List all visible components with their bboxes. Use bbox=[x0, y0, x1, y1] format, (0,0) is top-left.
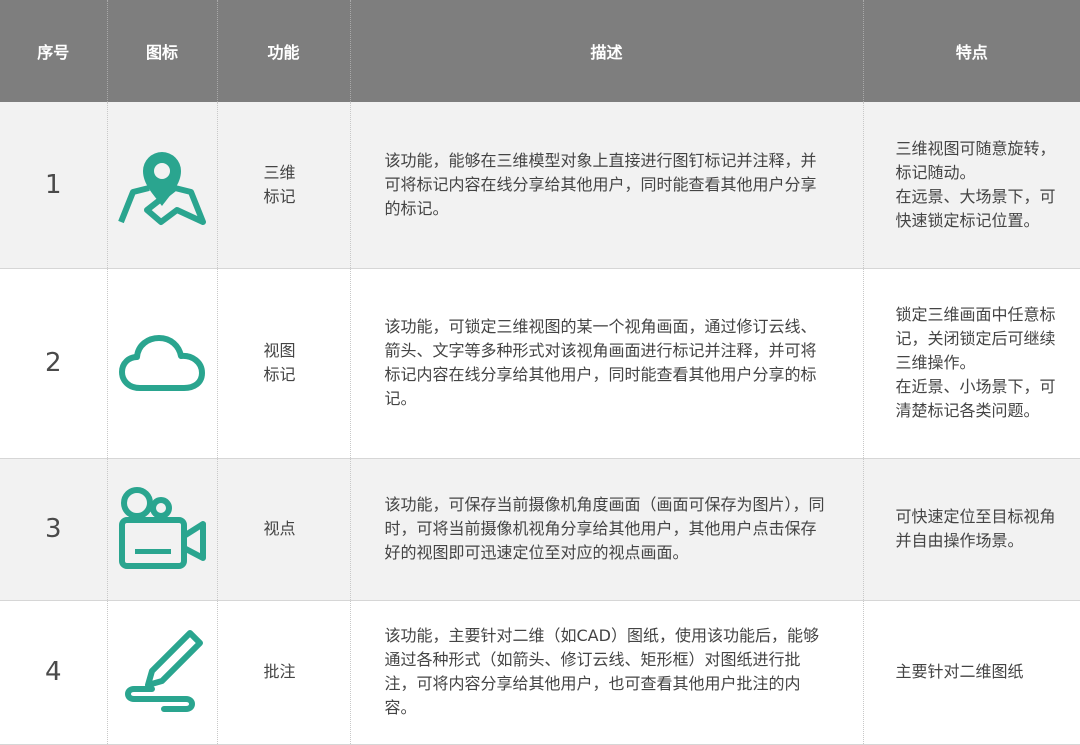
row-feature: 可快速定位至目标视角并自由操作场景。 bbox=[895, 507, 1056, 550]
row-function-cell: 批注 bbox=[217, 600, 351, 745]
row-icon-cell bbox=[107, 102, 218, 269]
table-row: 3 视点 该功能，可保存当前摄像机角度画面（画面可保存为图片），同时，可将当前摄… bbox=[0, 458, 1080, 601]
pen-icon bbox=[125, 630, 203, 712]
row-function: 三维标记 bbox=[263, 162, 296, 206]
table-row: 1 三维标记 该功能，能够在三维模型对象上直接进行图钉标记并注释，并可将标记内容… bbox=[0, 102, 1080, 269]
header-icon: 图标 bbox=[107, 0, 218, 102]
row-function-cell: 视点 bbox=[217, 458, 351, 601]
table-row: 4 批注 该功能，主要针对二维（如CAD）图纸，使用该功能后，能够通过各种形式（… bbox=[0, 600, 1080, 745]
header-description: 描述 bbox=[350, 0, 864, 102]
row-index: 4 bbox=[0, 600, 108, 745]
row-icon-cell bbox=[107, 458, 218, 601]
row-feature-cell: 主要针对二维图纸 bbox=[863, 600, 1080, 745]
row-function: 批注 bbox=[263, 662, 296, 681]
row-function-cell: 视图标记 bbox=[217, 268, 351, 459]
row-feature: 主要针对二维图纸 bbox=[895, 662, 1024, 681]
row-feature-cell: 可快速定位至目标视角并自由操作场景。 bbox=[863, 458, 1080, 601]
row-index: 1 bbox=[0, 102, 108, 269]
table-row: 2 视图标记 该功能，可锁定三维视图的某一个视角画面，通过修订云线、箭头、文字等… bbox=[0, 268, 1080, 459]
cloud-icon bbox=[119, 335, 205, 391]
row-index: 2 bbox=[0, 268, 108, 459]
row-function-cell: 三维标记 bbox=[217, 102, 351, 269]
row-description: 该功能，可锁定三维视图的某一个视角画面，通过修订云线、箭头、文字等多种形式对该视… bbox=[384, 317, 817, 408]
row-description-cell: 该功能，可保存当前摄像机角度画面（画面可保存为图片），同时，可将当前摄像机视角分… bbox=[350, 458, 864, 601]
header-feature: 特点 bbox=[863, 0, 1080, 102]
row-description: 该功能，主要针对二维（如CAD）图纸，使用该功能后，能够通过各种形式（如箭头、修… bbox=[384, 626, 819, 717]
header-function: 功能 bbox=[217, 0, 351, 102]
row-function: 视点 bbox=[263, 519, 296, 538]
video-camera-icon bbox=[119, 487, 206, 569]
feature-table: 序号 图标 功能 描述 特点 1 三维标记 该功能，能够在三维模型对象上直接进行… bbox=[0, 0, 1080, 745]
row-feature-cell: 三维视图可随意旋转，标记随动。 在远景、大场景下，可快速锁定标记位置。 bbox=[863, 102, 1080, 269]
row-description-cell: 该功能，主要针对二维（如CAD）图纸，使用该功能后，能够通过各种形式（如箭头、修… bbox=[350, 600, 864, 745]
row-description: 该功能，可保存当前摄像机角度画面（画面可保存为图片），同时，可将当前摄像机视角分… bbox=[384, 495, 825, 562]
row-description-cell: 该功能，能够在三维模型对象上直接进行图钉标记并注释，并可将标记内容在线分享给其他… bbox=[350, 102, 864, 269]
row-description: 该功能，能够在三维模型对象上直接进行图钉标记并注释，并可将标记内容在线分享给其他… bbox=[384, 150, 817, 218]
row-description-cell: 该功能，可锁定三维视图的某一个视角画面，通过修订云线、箭头、文字等多种形式对该视… bbox=[350, 268, 864, 459]
row-icon-cell bbox=[107, 600, 218, 745]
row-feature: 锁定三维画面中任意标记，关闭锁定后可继续三维操作。 在近景、小场景下，可清楚标记… bbox=[895, 305, 1056, 420]
row-function: 视图标记 bbox=[263, 341, 296, 384]
row-index: 3 bbox=[0, 458, 108, 601]
row-icon-cell bbox=[107, 268, 218, 459]
header-row: 序号 图标 功能 描述 特点 bbox=[0, 0, 1080, 102]
map-pin-icon bbox=[118, 151, 206, 225]
row-feature: 三维视图可随意旋转，标记随动。 在远景、大场景下，可快速锁定标记位置。 bbox=[895, 138, 1056, 230]
header-index: 序号 bbox=[0, 0, 108, 102]
row-feature-cell: 锁定三维画面中任意标记，关闭锁定后可继续三维操作。 在近景、小场景下，可清楚标记… bbox=[863, 268, 1080, 459]
